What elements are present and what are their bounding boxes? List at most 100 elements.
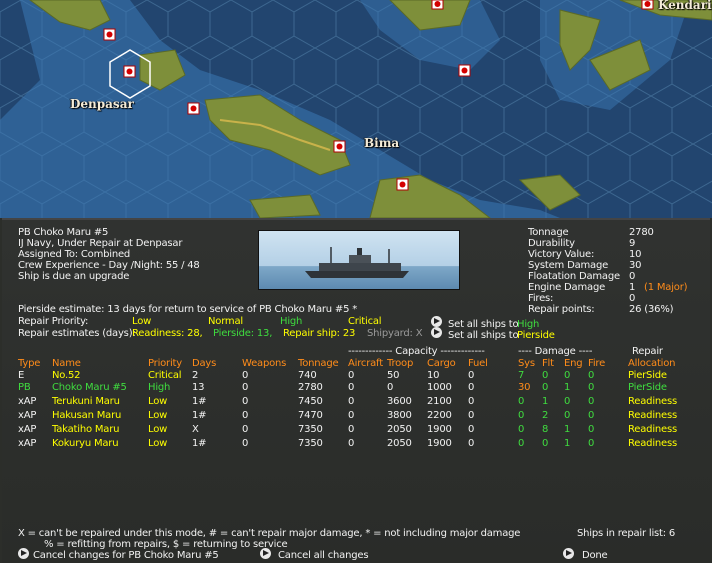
cell-fuel: 0 — [468, 370, 475, 381]
cell-weapons: 0 — [242, 396, 249, 407]
cancel-all-arrow-icon[interactable] — [260, 548, 271, 559]
cell-cargo: 1900 — [427, 424, 452, 435]
pierside-estimate: Pierside estimate: 13 days for return to… — [18, 304, 358, 315]
cell-priority[interactable]: High — [148, 382, 170, 394]
cell-fuel: 0 — [468, 382, 475, 393]
estimate-readiness-button[interactable]: Readiness: 28, — [132, 328, 203, 340]
col-days[interactable]: Days — [192, 358, 216, 370]
set-all-allocation-arrow-icon[interactable] — [431, 327, 442, 338]
priority-normal-button[interactable]: Normal — [208, 316, 243, 328]
cell-cargo: 2200 — [427, 410, 452, 421]
cell-fire: 0 — [588, 410, 595, 421]
cell-priority[interactable]: Low — [148, 438, 167, 450]
cell-aircraft: 0 — [348, 382, 355, 393]
priority-low-button[interactable]: Low — [132, 316, 151, 328]
estimate-shipyard: Shipyard: X — [367, 328, 423, 339]
cell-days: X — [192, 424, 199, 435]
cell-priority[interactable]: Low — [148, 424, 167, 436]
col-flt[interactable]: Flt — [542, 358, 554, 370]
town-label-denpasar: Denpasar — [70, 97, 134, 111]
cell-priority[interactable]: Critical — [148, 370, 182, 382]
priority-high-button[interactable]: High — [280, 316, 302, 328]
col-aircraft[interactable]: Aircraft — [348, 358, 383, 370]
cell-fire: 0 — [588, 382, 595, 393]
col-fire[interactable]: Fire — [588, 358, 605, 370]
cell-aircraft: 0 — [348, 410, 355, 421]
cell-troop: 2050 — [387, 424, 412, 435]
col-troop[interactable]: Troop — [387, 358, 413, 370]
stat-engine-major: (1 Major) — [644, 282, 688, 293]
set-all-priority-arrow-icon[interactable] — [431, 316, 442, 327]
col-tonnage[interactable]: Tonnage — [298, 358, 339, 370]
cell-flt: 1 — [542, 396, 549, 407]
cell-type: xAP — [18, 438, 37, 449]
cell-eng: 1 — [564, 438, 571, 449]
cell-aircraft: 0 — [348, 438, 355, 449]
col-eng[interactable]: Eng — [564, 358, 583, 370]
cell-eng: 0 — [564, 396, 571, 407]
cancel-ship-arrow-icon[interactable] — [18, 548, 29, 559]
repair-priority-label: Repair Priority: — [18, 316, 89, 327]
cell-priority[interactable]: Low — [148, 396, 167, 408]
cell-fuel: 0 — [468, 424, 475, 435]
cell-priority[interactable]: Low — [148, 410, 167, 422]
cell-flt: 2 — [542, 410, 549, 421]
stat-repair-points-label: Repair points: — [528, 304, 595, 315]
cell-allocation[interactable]: PierSide — [628, 382, 667, 394]
cell-weapons: 0 — [242, 424, 249, 435]
cell-sys: 0 — [518, 438, 525, 449]
estimate-pierside-button[interactable]: Pierside: 13, — [213, 328, 272, 340]
cell-cargo: 1900 — [427, 438, 452, 449]
priority-critical-button[interactable]: Critical — [348, 316, 382, 328]
capacity-group-header: ------------- Capacity ------------- — [348, 346, 485, 357]
set-all-allocation-button[interactable]: Set all ships to — [448, 330, 519, 342]
cell-fuel: 0 — [468, 396, 475, 407]
cell-weapons: 0 — [242, 410, 249, 421]
ship-image — [258, 230, 460, 290]
cell-allocation[interactable]: PierSide — [628, 370, 667, 382]
col-sys[interactable]: Sys — [518, 358, 535, 370]
cell-days: 1# — [192, 438, 207, 449]
ships-in-repair-count: Ships in repair list: 6 — [577, 528, 676, 539]
cell-weapons: 0 — [242, 370, 249, 381]
done-arrow-icon[interactable] — [563, 548, 574, 559]
estimate-repair-ship-button[interactable]: Repair ship: 23 — [283, 328, 355, 340]
cell-cargo: 1000 — [427, 382, 452, 393]
cell-name[interactable]: Takatiho Maru — [52, 424, 119, 436]
cell-eng: 0 — [564, 410, 571, 421]
cell-eng: 0 — [564, 370, 571, 381]
cell-days: 1# — [192, 396, 207, 407]
cell-allocation[interactable]: Readiness — [628, 424, 677, 436]
cell-allocation[interactable]: Readiness — [628, 438, 677, 450]
col-fuel[interactable]: Fuel — [468, 358, 488, 370]
col-priority[interactable]: Priority — [148, 358, 182, 370]
cell-eng: 1 — [564, 382, 571, 393]
cell-weapons: 0 — [242, 382, 249, 393]
set-all-allocation-value: Pierside — [517, 330, 555, 341]
cell-fire: 0 — [588, 424, 595, 435]
cell-allocation[interactable]: Readiness — [628, 396, 677, 408]
cell-name[interactable]: Terukuni Maru — [52, 396, 120, 408]
cell-tonnage: 2780 — [298, 382, 323, 393]
col-name[interactable]: Name — [52, 358, 81, 370]
cell-tonnage: 7350 — [298, 424, 323, 435]
strategic-map[interactable]: Denpasar Bima Kendari — [0, 0, 712, 218]
done-button[interactable]: Done — [582, 550, 608, 562]
cell-name[interactable]: Choko Maru #5 — [52, 382, 127, 394]
cell-days: 13 — [192, 382, 205, 393]
cell-type: PB — [18, 382, 31, 393]
cell-name[interactable]: Hakusan Maru — [52, 410, 121, 422]
col-type[interactable]: Type — [18, 358, 40, 370]
cell-weapons: 0 — [242, 438, 249, 449]
cell-allocation[interactable]: Readiness — [628, 410, 677, 422]
col-weapons[interactable]: Weapons — [242, 358, 286, 370]
cancel-ship-changes-button[interactable]: Cancel changes for PB Choko Maru #5 — [33, 550, 219, 562]
col-cargo[interactable]: Cargo — [427, 358, 456, 370]
cell-name[interactable]: Kokuryu Maru — [52, 438, 119, 450]
cell-days: 2 — [192, 370, 199, 381]
cancel-all-changes-button[interactable]: Cancel all changes — [278, 550, 369, 562]
cell-name[interactable]: No.52 — [52, 370, 81, 382]
cell-fire: 0 — [588, 396, 595, 407]
damage-group-header: ---- Damage ---- — [518, 346, 593, 357]
col-allocation[interactable]: Allocation — [628, 358, 676, 370]
